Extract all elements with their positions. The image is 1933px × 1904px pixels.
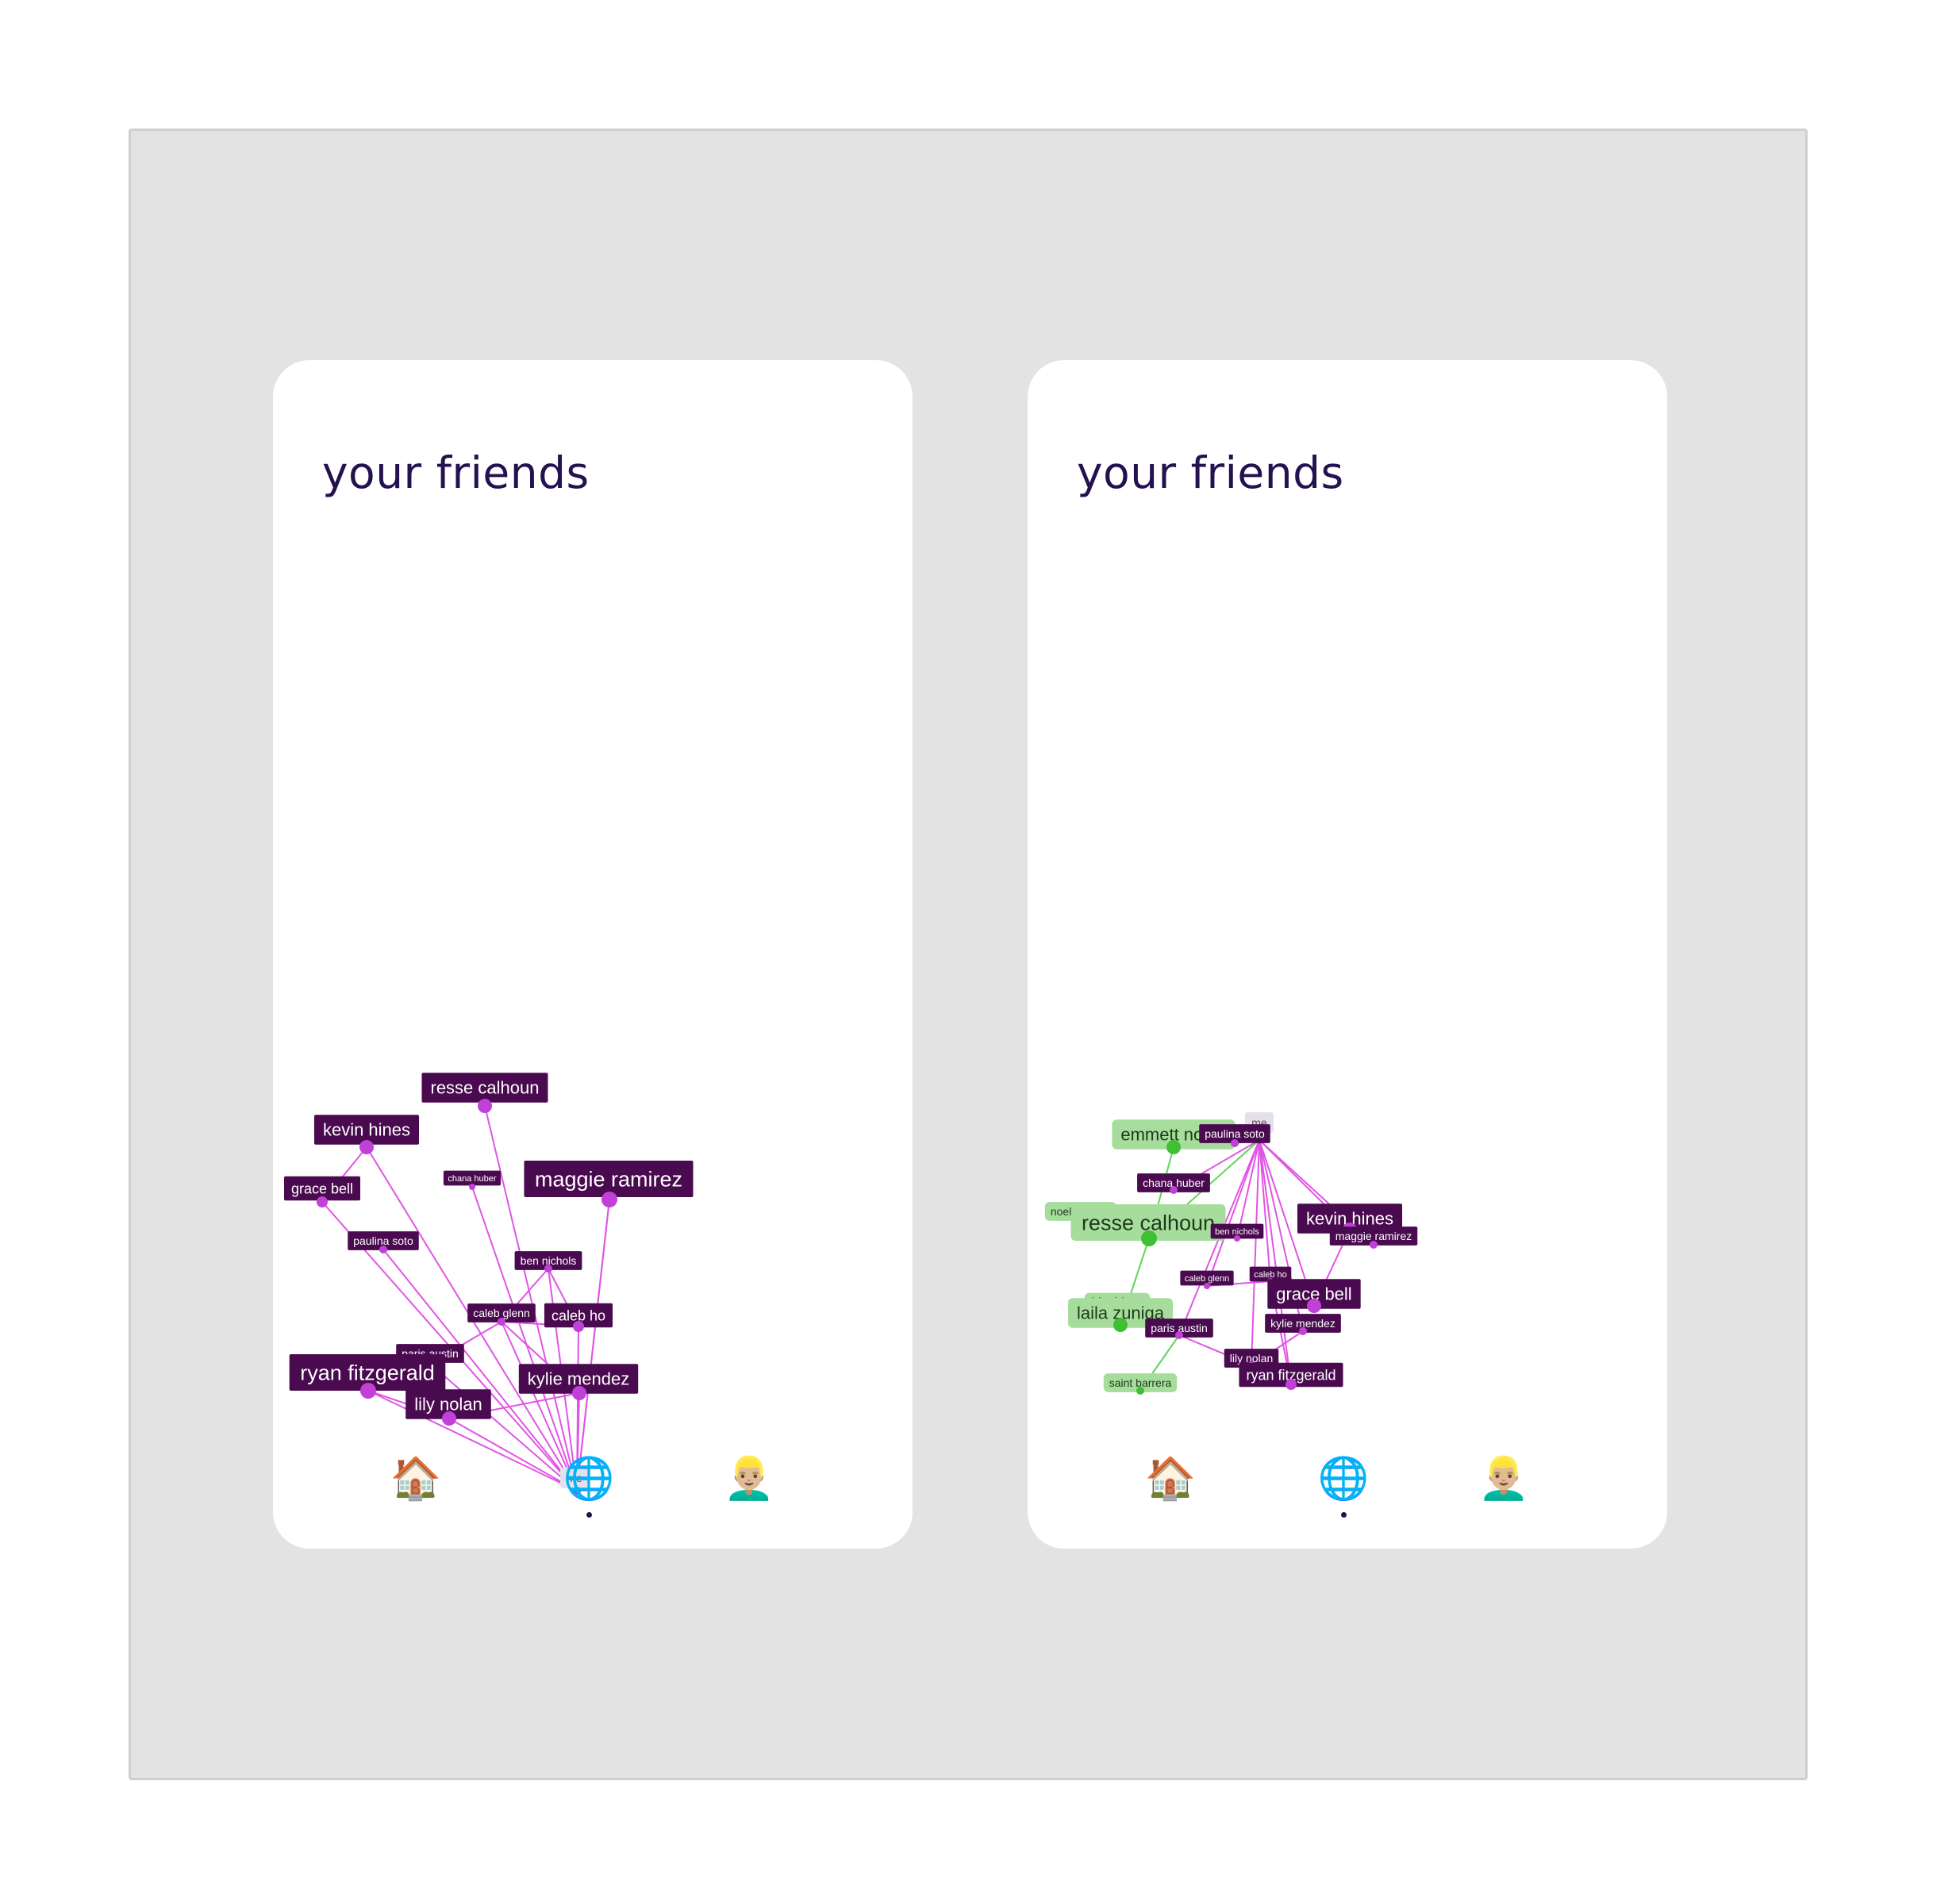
friend-node[interactable]: ryan fitzgerald: [1239, 1362, 1343, 1390]
friend-node-dot: [1285, 1379, 1297, 1390]
friend-name-label: grace bell: [291, 1180, 353, 1196]
friend-node[interactable]: resse calhoun: [421, 1073, 548, 1113]
friend-node-dot: [573, 1321, 584, 1332]
friend-node[interactable]: kylie mendez: [518, 1364, 639, 1400]
friend-node-dot: [572, 1386, 586, 1400]
friends-network-graph[interactable]: meemmett noblepaulina sotochana hubernoe…: [1028, 360, 1667, 1549]
friend-node-dot: [544, 1265, 552, 1273]
friend-node-dot: [1141, 1230, 1157, 1246]
friend-node[interactable]: caleb glenn: [1180, 1270, 1234, 1289]
profile-tab-icon[interactable]: 👱🏼‍♂️: [1472, 1447, 1535, 1511]
friend-node-dot: [1170, 1186, 1178, 1194]
bottom-tab-bar: 🏠 🌐 👱🏼‍♂️: [1028, 1447, 1667, 1526]
friend-name-label: maggie ramirez: [1335, 1230, 1412, 1242]
friend-node[interactable]: saint barrera: [1103, 1373, 1178, 1395]
friend-node-dot: [379, 1246, 387, 1253]
friend-name-label: caleb glenn: [473, 1307, 530, 1319]
friend-node-dot: [317, 1196, 328, 1207]
friend-node[interactable]: lily nolan: [405, 1389, 491, 1426]
friend-node[interactable]: maggie ramirez: [524, 1161, 694, 1207]
bottom-tab-bar: 🏠 🌐 👱🏼‍♂️: [273, 1447, 913, 1526]
friend-name-label: paulina soto: [1205, 1127, 1265, 1140]
friend-node-dot: [1370, 1241, 1378, 1249]
friend-node-dot: [1299, 1327, 1307, 1335]
friend-node[interactable]: grace bell: [283, 1176, 361, 1207]
friend-name-label: kevin hines: [323, 1120, 410, 1140]
friend-node[interactable]: paris austin: [1145, 1319, 1213, 1339]
active-tab-indicator: [1341, 1512, 1347, 1518]
graph-edge: [1259, 1139, 1292, 1385]
friend-node-dot: [1113, 1318, 1128, 1332]
phone-screen-friends-graph: your friends me resse calhoun kevin hines m…: [273, 360, 913, 1549]
graph-edge: [1251, 1139, 1260, 1366]
friend-node-dot: [469, 1184, 475, 1190]
friend-node-dot: [1307, 1299, 1321, 1313]
friend-node-dot: [1204, 1283, 1210, 1289]
friend-node-dot: [601, 1192, 617, 1207]
profile-tab-icon[interactable]: 👱🏼‍♂️: [717, 1447, 781, 1511]
globe-tab-icon[interactable]: 🌐: [557, 1447, 621, 1511]
friend-node[interactable]: grace bell: [1267, 1279, 1361, 1313]
friend-name-label: caleb glenn: [1185, 1274, 1229, 1284]
friends-network-graph[interactable]: meresse calhounkevin hinesmaggie ramirez…: [273, 360, 913, 1549]
home-tab-icon[interactable]: 🏠: [1139, 1447, 1202, 1511]
friend-node[interactable]: maggie ramirez: [1329, 1226, 1418, 1249]
friend-node-dot: [1234, 1235, 1240, 1242]
friend-node-dot: [1231, 1139, 1239, 1147]
friend-node[interactable]: ben nichols: [514, 1251, 582, 1273]
friend-node[interactable]: chana huber: [443, 1170, 502, 1190]
friend-node-dot: [360, 1383, 376, 1399]
friend-name-label: paulina soto: [353, 1234, 413, 1247]
friend-node-dot: [1136, 1387, 1144, 1395]
globe-tab-icon[interactable]: 🌐: [1312, 1447, 1375, 1511]
friend-node-dot: [359, 1140, 374, 1154]
friend-node-dot: [442, 1411, 456, 1426]
friend-name-label: ryan fitzgerald: [300, 1361, 435, 1384]
friend-name-label: kylie mendez: [528, 1369, 629, 1389]
friend-node[interactable]: resse calhoun: [1070, 1204, 1226, 1246]
friend-node[interactable]: chana huber: [1137, 1173, 1210, 1194]
friend-node-dot: [1166, 1140, 1181, 1154]
friend-node[interactable]: kevin hines: [313, 1115, 420, 1154]
friend-node-dot: [478, 1099, 492, 1113]
phone-screen-friends-graph-suggestions: your friends me emmett noble paulina soto c…: [1028, 360, 1667, 1549]
friend-node[interactable]: paulina soto: [348, 1231, 419, 1253]
active-tab-indicator: [586, 1512, 592, 1518]
friend-node[interactable]: kylie mendez: [1265, 1314, 1341, 1335]
friend-name-label: chana huber: [448, 1174, 496, 1184]
home-tab-icon[interactable]: 🏠: [384, 1447, 448, 1511]
friend-node-dot: [498, 1318, 505, 1326]
friend-name-label: resse calhoun: [431, 1078, 540, 1098]
friend-name-label: lily nolan: [414, 1395, 482, 1415]
friend-name-label: maggie ramirez: [535, 1167, 682, 1191]
friend-node[interactable]: caleb ho: [544, 1303, 613, 1332]
friend-node-dot: [1175, 1331, 1183, 1339]
friend-node[interactable]: caleb glenn: [467, 1303, 536, 1326]
